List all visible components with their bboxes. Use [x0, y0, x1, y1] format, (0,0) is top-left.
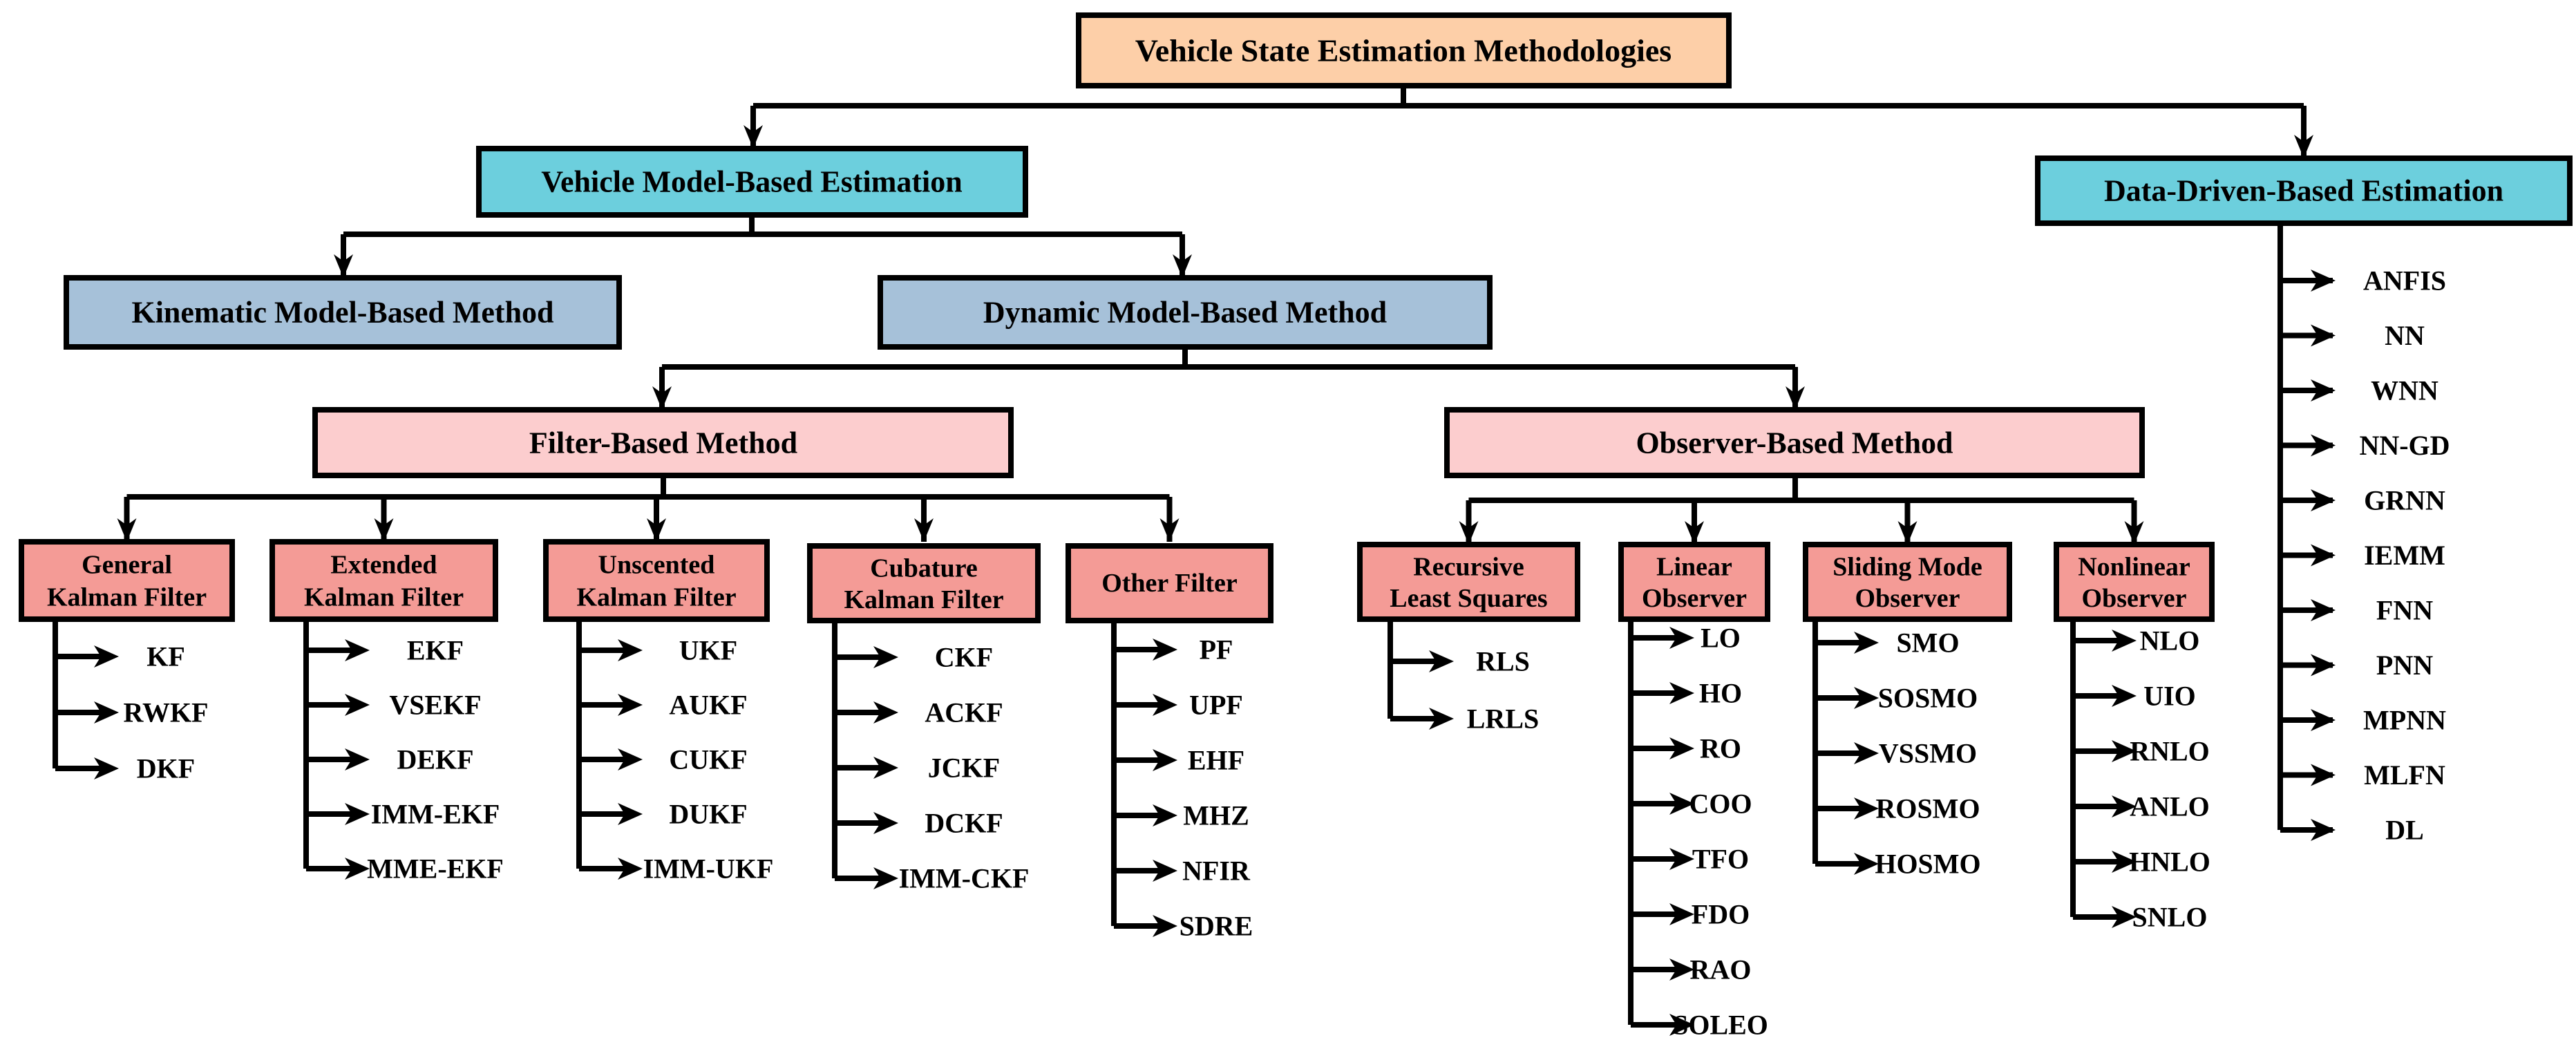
leaf-item-rao: RAO [1690, 954, 1752, 985]
leaf-item-nn-gd: NN-GD [2359, 430, 2450, 461]
leaf-item-imm-ckf: IMM-CKF [899, 863, 1030, 894]
leaf-item-grnn: GRNN [2364, 485, 2445, 516]
leaf-item-rwkf: RWKF [123, 697, 208, 728]
data-driven-node: Data-Driven-Based Estimation [2035, 155, 2573, 226]
leaf-item-vsekf: VSEKF [389, 690, 481, 721]
leaf-item-anfis: ANFIS [2363, 265, 2446, 296]
nodes: Vehicle State Estimation Methodologies V… [19, 12, 2573, 1041]
leaf-item-fdo: FDO [1692, 899, 1750, 930]
observer-label-line: Observer [1855, 584, 1960, 613]
observer-label-line: Linear [1656, 552, 1732, 581]
leaf-item-nn: NN [2385, 320, 2425, 351]
leaf-item-pf: PF [1200, 634, 1233, 665]
leaf-item-mpnn: MPNN [2363, 705, 2446, 736]
leaf-item-iemm: IEMM [2364, 540, 2445, 571]
filter-label: Other Filter [1101, 569, 1238, 598]
leaf-item-aukf: AUKF [669, 690, 747, 721]
leaf-item-mhz: MHZ [1183, 800, 1249, 831]
leaf-item-imm-ukf: IMM-UKF [643, 853, 774, 885]
filter-label-line: Kalman Filter [576, 583, 736, 612]
leaf-item-imm-ekf: IMM-EKF [371, 799, 500, 830]
observer-group-3: Nonlinear Observer NLO UIO RNLO ANLO HNLO SNLO [2054, 542, 2215, 933]
leaf-item-mme-ekf: MME-EKF [367, 853, 504, 885]
leaf-item-ackf: ACKF [925, 697, 1003, 728]
observer-based-label: Observer-Based Method [1636, 426, 1953, 460]
leaf-item-dl: DL [2385, 815, 2424, 846]
leaf-item-soleo: SOLEO [1673, 1010, 1768, 1041]
leaf-item-dkf: DKF [137, 753, 195, 784]
leaf-item-rls: RLS [1476, 646, 1530, 677]
leaf-item-vssmo: VSSMO [1879, 738, 1977, 769]
vehicle-model-label: Vehicle Model-Based Estimation [541, 165, 962, 199]
leaf-item-nfir: NFIR [1182, 856, 1251, 887]
leaf-item-smo: SMO [1896, 627, 1959, 659]
leaf-item-mlfn: MLFN [2364, 759, 2445, 791]
leaf-item-ckf: CKF [935, 642, 993, 673]
leaf-item-dckf: DCKF [925, 808, 1003, 839]
root-label: Vehicle State Estimation Methodologies [1135, 33, 1671, 68]
observer-label-line: Observer [2082, 584, 2187, 613]
filter-label-line: Cubature [870, 554, 978, 583]
filter-group-4: Other Filter PF UPF EHF MHZ NFIR SDRE [1066, 543, 1273, 942]
leaf-item-anlo: ANLO [2130, 791, 2210, 822]
filter-based-node: Filter-Based Method [312, 407, 1014, 478]
observer-label-line: Least Squares [1390, 584, 1547, 613]
leaf-item-ehf: EHF [1188, 745, 1244, 776]
leaf-item-dekf: DEKF [397, 744, 473, 775]
leaf-item-upf: UPF [1189, 690, 1243, 721]
leaf-item-coo: COO [1689, 788, 1752, 820]
leaf-item-cukf: CUKF [669, 744, 747, 775]
leaf-item-sosmo: SOSMO [1878, 683, 1978, 714]
leaf-item-ho: HO [1699, 678, 1742, 709]
data-driven-label: Data-Driven-Based Estimation [2104, 174, 2503, 208]
observer-group-1: Linear Observer LO HO RO COO TFO FDO RAO SOLEO [1618, 542, 1770, 1041]
leaf-item-lo: LO [1701, 623, 1741, 654]
leaf-item-tfo: TFO [1692, 844, 1749, 875]
leaf-item-jckf: JCKF [928, 753, 1000, 784]
leaf-item-rnlo: RNLO [2130, 736, 2210, 767]
leaf-item-nlo: NLO [2140, 625, 2200, 656]
methodology-tree-diagram: Vehicle State Estimation Methodologies V… [19, 12, 2573, 1041]
filter-label-line: General [82, 551, 172, 580]
leaf-item-ro: RO [1700, 733, 1741, 764]
filter-label-line: Extended [330, 551, 437, 580]
leaf-item-pnn: PNN [2376, 650, 2433, 681]
leaf-item-wnn: WNN [2371, 375, 2438, 406]
kinematic-label: Kinematic Model-Based Method [131, 296, 553, 330]
leaf-item-hnlo: HNLO [2129, 847, 2210, 878]
observer-label-line: Recursive [1413, 552, 1524, 581]
filter-group-3: CubatureKalman Filter CKF ACKF JCKF DCKF IMM-… [807, 543, 1041, 894]
filter-label-line: Kalman Filter [47, 583, 207, 612]
leaf-item-sdre: SDRE [1180, 911, 1253, 942]
filter-based-label: Filter-Based Method [529, 426, 797, 460]
dynamic-node: Dynamic Model-Based Method [878, 275, 1493, 350]
leaf-item-uio: UIO [2143, 681, 2196, 712]
leaf-groups: ANFIS NN WNN NN-GD GRNN IEMM FNN PNN MPNN MLFN DL G… [19, 265, 2450, 1041]
dynamic-label: Dynamic Model-Based Method [983, 296, 1387, 330]
vehicle-model-node: Vehicle Model-Based Estimation [476, 146, 1028, 218]
filter-label-line: Kalman Filter [304, 583, 464, 612]
root-node: Vehicle State Estimation Methodologies [1076, 12, 1732, 88]
observer-group-2: Sliding Mode Observer SMO SOSMO VSSMO ROSMO HO… [1803, 542, 2012, 880]
kinematic-node: Kinematic Model-Based Method [64, 275, 622, 350]
leaf-item-fnn: FNN [2376, 595, 2433, 626]
leaf-item-rosmo: ROSMO [1875, 793, 1980, 824]
leaf-item-hosmo: HOSMO [1875, 849, 1980, 880]
observer-label-line: Sliding Mode [1832, 552, 1982, 581]
observer-label-line: Nonlinear [2078, 552, 2190, 581]
leaf-item-ukf: UKF [679, 635, 737, 666]
leaf-item-kf: KF [146, 641, 185, 672]
filter-label-line: Unscented [598, 551, 715, 580]
observer-label-line: Observer [1642, 584, 1747, 613]
observer-based-node: Observer-Based Method [1444, 407, 2145, 478]
leaf-item-ekf: EKF [407, 635, 464, 666]
leaf-item-snlo: SNLO [2132, 902, 2208, 933]
leaf-item-dukf: DUKF [669, 799, 747, 830]
filter-label-line: Kalman Filter [844, 585, 1003, 614]
leaf-item-lrls: LRLS [1467, 703, 1540, 735]
